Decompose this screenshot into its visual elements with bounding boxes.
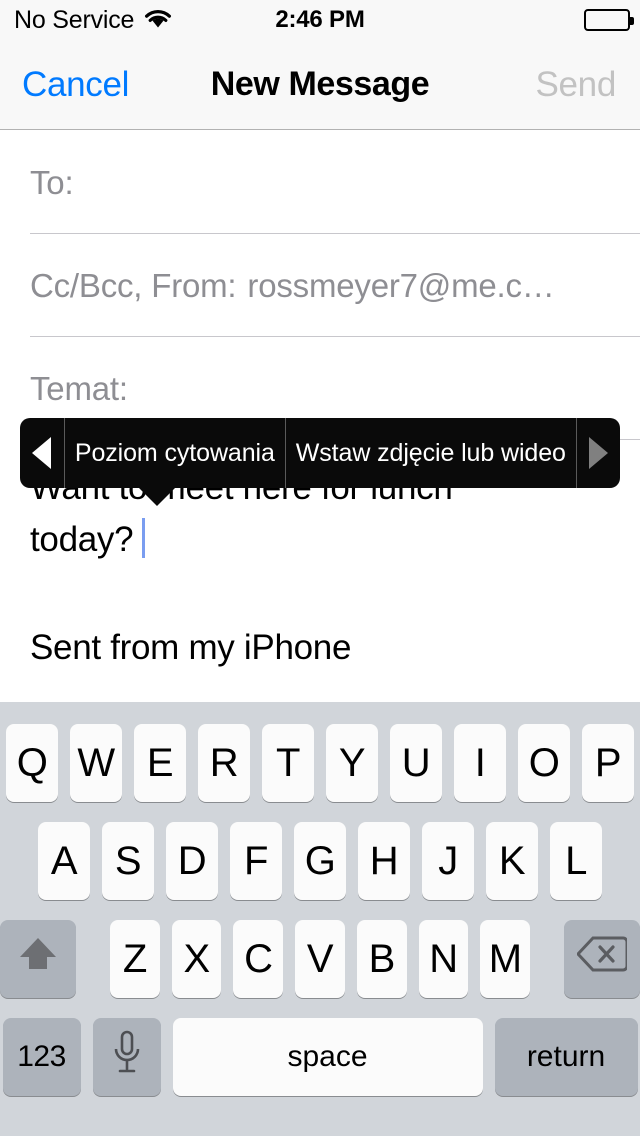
iphone-mail-compose-screen: No Service 2:46 PM Cancel New Message Se… — [0, 0, 640, 1136]
popup-prev-button[interactable] — [20, 418, 64, 488]
key-s[interactable]: S — [102, 822, 154, 900]
triangle-right-icon — [588, 437, 608, 469]
key-a[interactable]: A — [38, 822, 90, 900]
to-field-row[interactable]: To: — [0, 131, 640, 234]
dictation-key[interactable] — [92, 1018, 161, 1096]
key-d[interactable]: D — [166, 822, 218, 900]
key-u[interactable]: U — [390, 724, 442, 802]
subject-field-label: Temat: — [30, 369, 128, 407]
key-g[interactable]: G — [294, 822, 346, 900]
body-text-line-2: today? — [30, 520, 134, 559]
key-o[interactable]: O — [518, 724, 570, 802]
shift-key[interactable] — [0, 920, 77, 998]
cc-bcc-from-field-row[interactable]: Cc/Bcc, From: rossmeyer7@me.c… — [0, 234, 640, 337]
key-v[interactable]: V — [295, 920, 345, 998]
shift-arrow-up-icon — [16, 933, 60, 985]
menu-item-quote-level[interactable]: Poziom cytowania — [63, 418, 285, 488]
key-w[interactable]: W — [70, 724, 122, 802]
status-bar: No Service 2:46 PM — [0, 0, 640, 40]
key-j[interactable]: J — [422, 822, 474, 900]
backspace-delete-icon — [575, 935, 629, 983]
microphone-icon — [111, 1029, 143, 1085]
clock-label: 2:46 PM — [275, 6, 365, 33]
body-text-line-2-wrapper: today? — [30, 514, 610, 566]
battery-full-icon — [584, 9, 634, 31]
status-bar-center: 2:46 PM — [0, 0, 640, 40]
keyboard-row-3: Z X C V B N M — [0, 910, 640, 1008]
key-b[interactable]: B — [356, 920, 407, 998]
backspace-key[interactable] — [563, 920, 640, 998]
status-bar-right — [584, 0, 634, 40]
email-signature: Sent from my iPhone — [30, 628, 352, 667]
key-t[interactable]: T — [262, 724, 314, 802]
menu-item-insert-photo-video[interactable]: Wstaw zdjęcie lub wideo — [284, 418, 576, 488]
numbers-key[interactable]: 123 — [2, 1018, 81, 1096]
cc-bcc-from-label: Cc/Bcc, From: — [30, 266, 237, 304]
keyboard-row-2: A S D F G H J K L — [0, 812, 640, 910]
edit-context-menu: Poziom cytowania Wstaw zdjęcie lub wideo — [20, 418, 620, 488]
key-p[interactable]: P — [582, 724, 634, 802]
send-button[interactable]: Send — [535, 65, 616, 105]
text-cursor — [142, 518, 146, 558]
triangle-left-icon — [32, 437, 52, 469]
key-n[interactable]: N — [418, 920, 469, 998]
onscreen-keyboard: Q W E R T Y U I O P A S D F G H J K L Z … — [0, 702, 640, 1136]
popup-next-button[interactable] — [575, 418, 620, 488]
key-k[interactable]: K — [486, 822, 538, 900]
key-e[interactable]: E — [134, 724, 186, 802]
keyboard-row-4: 123 space return — [0, 1008, 640, 1106]
key-y[interactable]: Y — [326, 724, 378, 802]
to-field-label: To: — [30, 163, 74, 201]
key-h[interactable]: H — [358, 822, 410, 900]
popup-tail-pointer — [139, 488, 175, 506]
key-q[interactable]: Q — [6, 724, 58, 802]
key-m[interactable]: M — [480, 920, 530, 998]
key-i[interactable]: I — [454, 724, 506, 802]
key-r[interactable]: R — [198, 724, 250, 802]
key-z[interactable]: Z — [110, 920, 160, 998]
key-c[interactable]: C — [233, 920, 284, 998]
key-x[interactable]: X — [171, 920, 222, 998]
from-address-value: rossmeyer7@me.c… — [247, 266, 555, 304]
return-key[interactable]: return — [494, 1018, 638, 1096]
key-l[interactable]: L — [550, 822, 602, 900]
navigation-bar: Cancel New Message Send — [0, 40, 640, 130]
key-f[interactable]: F — [230, 822, 282, 900]
compose-form: To: Cc/Bcc, From: rossmeyer7@me.c… Temat… — [0, 131, 640, 702]
space-key[interactable]: space — [172, 1018, 483, 1096]
keyboard-row-1: Q W E R T Y U I O P — [0, 714, 640, 812]
